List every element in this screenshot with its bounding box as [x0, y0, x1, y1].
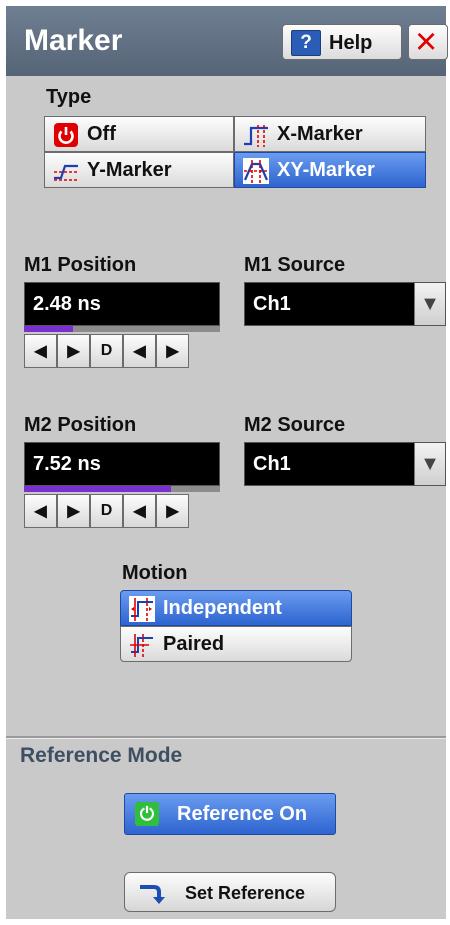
- m2-fine-right-arrow-button[interactable]: ▶: [156, 494, 189, 528]
- close-button[interactable]: ×: [408, 21, 448, 63]
- paired-motion-icon: [130, 634, 153, 657]
- m2-position-fill: [24, 486, 171, 492]
- motion-paired-button[interactable]: Paired: [120, 626, 352, 662]
- m1-position-label: M1 Position: [24, 254, 137, 276]
- turn-arrow-icon: [140, 885, 165, 904]
- m2-position-label: M2 Position: [24, 414, 137, 436]
- help-label: Help: [329, 32, 373, 54]
- m2-d-button[interactable]: D: [90, 494, 123, 528]
- m1-source-select[interactable]: Ch1 ▼: [244, 282, 446, 326]
- m2-position-field[interactable]: 7.52 ns: [24, 442, 220, 486]
- m2-source-value: Ch1: [253, 453, 291, 475]
- independent-motion-icon: [129, 596, 155, 622]
- marker-panel: Marker ? Help × Type Off X-Marker Y-Mark…: [6, 6, 448, 919]
- section-divider-highlight: [6, 738, 446, 739]
- close-icon: ×: [415, 21, 438, 63]
- type-xy-marker-label: XY-Marker: [277, 159, 375, 181]
- chevron-down-icon: ▼: [414, 283, 445, 325]
- m1-left-arrow-button[interactable]: ◀: [24, 334, 57, 368]
- m1-arrow-controls: ◀ ▶ D ◀ ▶: [24, 334, 189, 368]
- m1-position-field[interactable]: 2.48 ns: [24, 282, 220, 326]
- m2-right-arrow-button[interactable]: ▶: [57, 494, 90, 528]
- y-marker-icon: [54, 164, 78, 181]
- reference-on-label: Reference On: [177, 803, 308, 825]
- set-reference-button[interactable]: Set Reference: [124, 872, 336, 912]
- reference-on-button[interactable]: ⏻ Reference On: [124, 793, 336, 835]
- power-icon: ⏻: [135, 802, 159, 826]
- title-bar: Marker ? Help ×: [6, 6, 448, 76]
- xy-marker-icon: [243, 158, 269, 184]
- motion-independent-label: Independent: [163, 597, 282, 619]
- x-marker-icon: [244, 125, 268, 147]
- type-off-label: Off: [87, 123, 116, 145]
- type-x-marker-label: X-Marker: [277, 123, 363, 145]
- m2-source-select[interactable]: Ch1 ▼: [244, 442, 446, 486]
- m2-left-arrow-button[interactable]: ◀: [24, 494, 57, 528]
- m2-arrow-controls: ◀ ▶ D ◀ ▶: [24, 494, 189, 528]
- m2-fine-left-arrow-button[interactable]: ◀: [123, 494, 156, 528]
- m1-position-track[interactable]: [24, 326, 220, 332]
- m2-position-value: 7.52 ns: [33, 453, 101, 475]
- motion-label: Motion: [122, 562, 188, 584]
- power-icon: [54, 123, 78, 147]
- motion-paired-label: Paired: [163, 633, 225, 655]
- chevron-down-icon: ▼: [414, 443, 445, 485]
- motion-independent-button[interactable]: Independent: [120, 590, 352, 626]
- type-label: Type: [46, 86, 92, 108]
- m1-source-value: Ch1: [253, 293, 291, 315]
- m2-source-label: M2 Source: [244, 414, 346, 436]
- help-button[interactable]: ? Help: [282, 24, 402, 60]
- m1-position-fill: [24, 326, 73, 332]
- type-y-marker-label: Y-Marker: [87, 159, 172, 181]
- reference-mode-label: Reference Mode: [20, 744, 183, 767]
- set-reference-label: Set Reference: [185, 883, 306, 903]
- help-icon: ?: [291, 30, 321, 56]
- m1-fine-left-arrow-button[interactable]: ◀: [123, 334, 156, 368]
- m1-fine-right-arrow-button[interactable]: ▶: [156, 334, 189, 368]
- type-y-marker-button[interactable]: Y-Marker: [44, 152, 234, 188]
- m1-right-arrow-button[interactable]: ▶: [57, 334, 90, 368]
- m1-source-label: M1 Source: [244, 254, 346, 276]
- type-x-marker-button[interactable]: X-Marker: [234, 116, 426, 152]
- m1-d-button[interactable]: D: [90, 334, 123, 368]
- type-xy-marker-button[interactable]: XY-Marker: [234, 152, 426, 188]
- type-off-button[interactable]: Off: [44, 116, 234, 152]
- m1-position-value: 2.48 ns: [33, 293, 101, 315]
- m2-position-track[interactable]: [24, 486, 220, 492]
- panel-title: Marker: [24, 24, 123, 57]
